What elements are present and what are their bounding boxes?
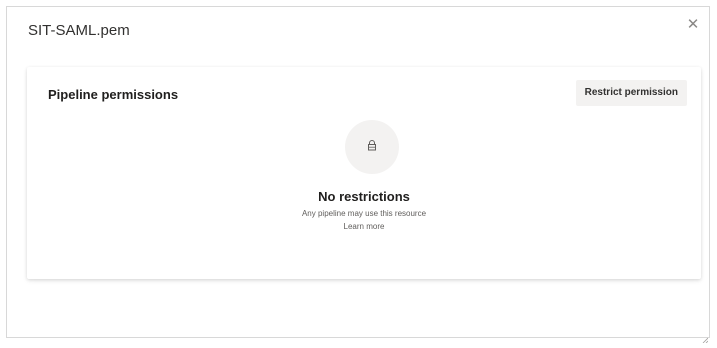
dialog-title: SIT-SAML.pem xyxy=(28,22,130,39)
empty-state-title: No restrictions xyxy=(318,189,410,204)
learn-more-link[interactable]: Learn more xyxy=(344,222,385,231)
lock-icon xyxy=(367,138,377,156)
empty-state-icon-circle xyxy=(345,120,399,174)
card-title: Pipeline permissions xyxy=(48,87,179,102)
restrict-permission-button[interactable]: Restrict permission xyxy=(575,80,687,106)
resize-grip-icon[interactable] xyxy=(702,330,709,344)
close-icon[interactable]: ✕ xyxy=(685,17,701,33)
pipeline-permissions-card: Pipeline permissions Restrict permission… xyxy=(27,67,701,279)
empty-state-description: Any pipeline may use this resource xyxy=(301,209,427,218)
dialog: SIT-SAML.pem ✕ Pipeline permissions Rest… xyxy=(6,6,710,344)
learn-more-container: Learn more xyxy=(27,222,701,231)
